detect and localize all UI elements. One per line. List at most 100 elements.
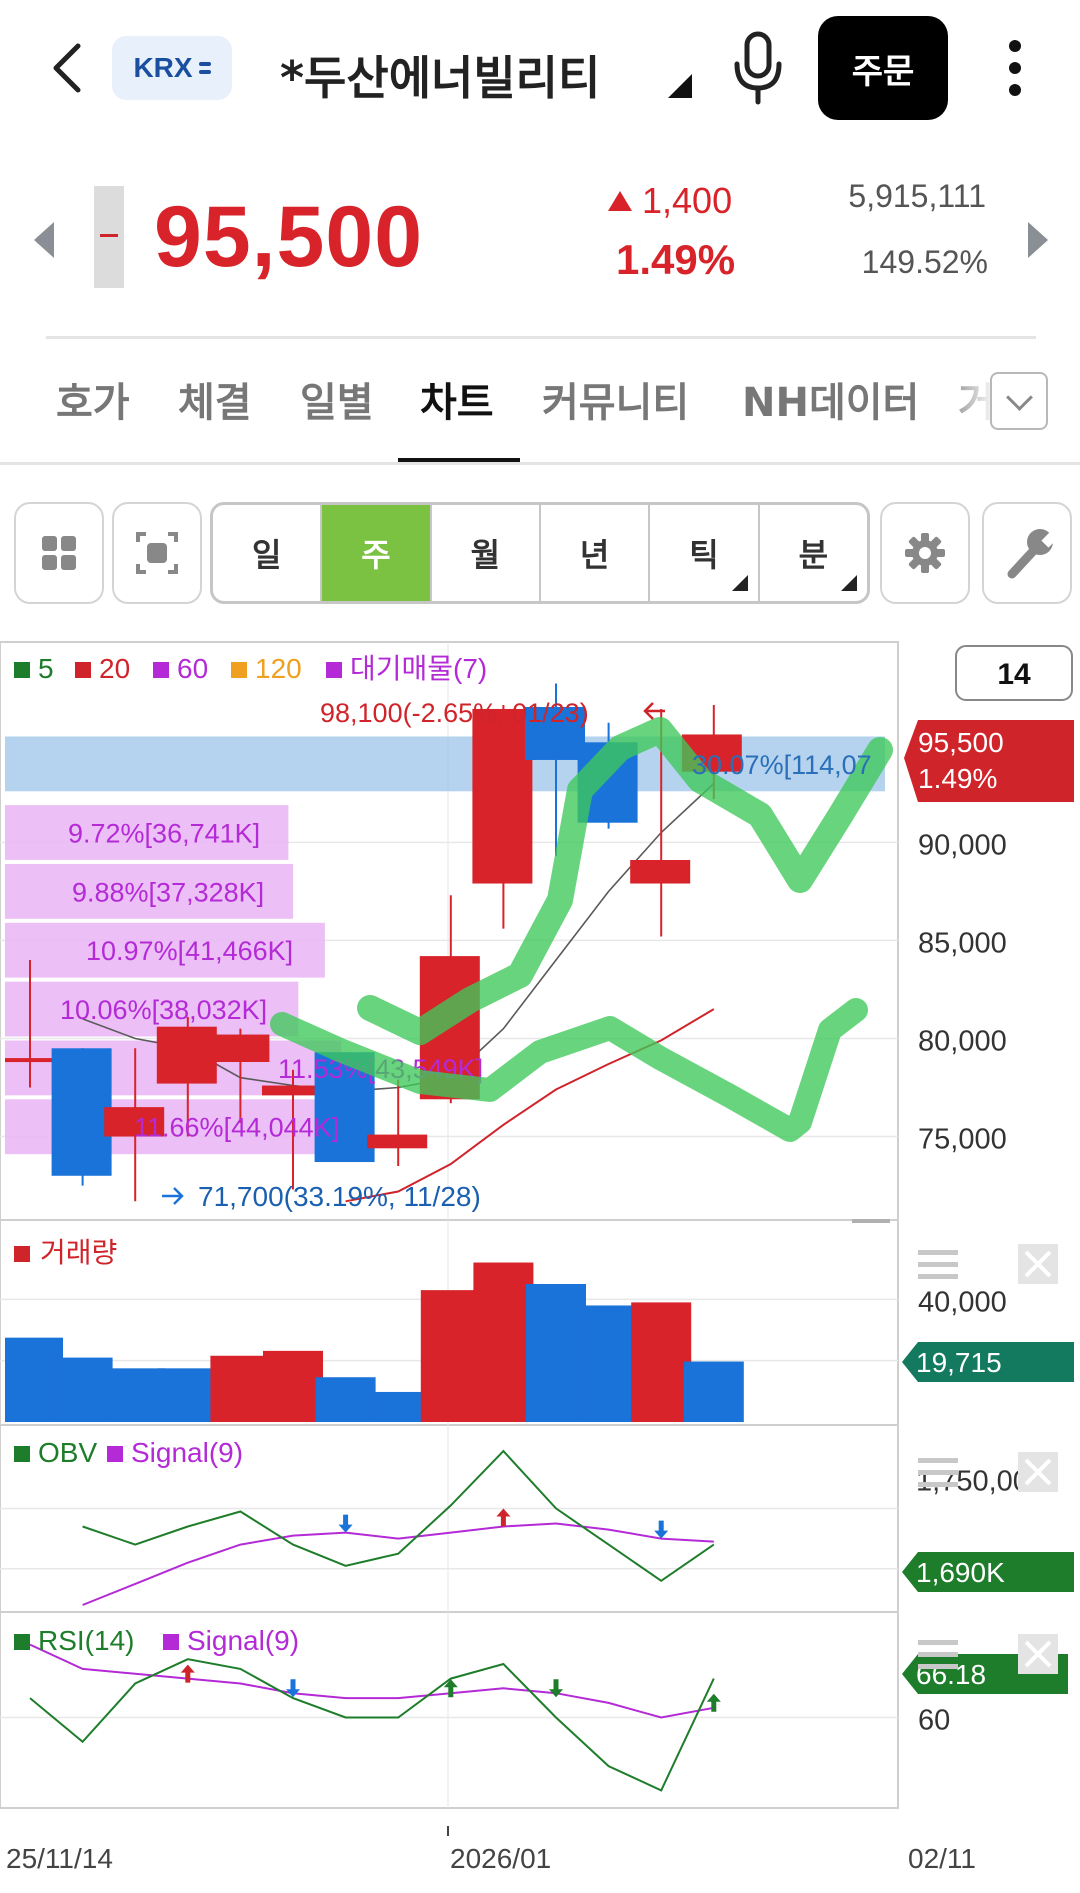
legend-swatch: [326, 662, 342, 678]
last-rsi-tag-value: 66.18: [916, 1659, 986, 1690]
price-change-percent: 1.49%: [616, 236, 736, 283]
hamburger-menu-icon: [918, 1470, 958, 1475]
tab-community[interactable]: 커뮤니티: [542, 370, 689, 428]
period-year[interactable]: 년: [541, 505, 651, 601]
tab-chart[interactable]: 차트: [420, 370, 494, 428]
legend-swatch: [14, 1446, 30, 1462]
period-day[interactable]: 일: [213, 505, 323, 601]
grid-layout-icon: [42, 536, 76, 570]
volume-bar: [157, 1368, 218, 1422]
next-stock-arrow-icon[interactable]: [1028, 222, 1048, 258]
pane-menu-button[interactable]: [918, 1250, 958, 1279]
divider: [46, 336, 1036, 339]
layout-button[interactable]: [14, 502, 104, 604]
order-button[interactable]: 주문: [818, 16, 948, 120]
legend-label: RSI(14): [38, 1625, 134, 1656]
trade-volume: 5,915,111: [848, 178, 986, 214]
app-header: KRX *두산에너빌리티 주문: [0, 0, 1080, 140]
date-label-start: 25/11/14: [6, 1843, 113, 1874]
price-change-value: 1,400: [642, 180, 733, 221]
rsi-axis-label: 60: [918, 1705, 950, 1737]
price-axis-label: 85,000: [918, 927, 1007, 959]
tab-daily[interactable]: 일별: [300, 370, 374, 428]
dominant-volume-label: 30.07%[114,07: [692, 750, 872, 780]
screen-capture-icon: [136, 532, 178, 574]
legend-swatch: [107, 1446, 123, 1462]
hamburger-menu-icon: [918, 1640, 958, 1645]
pane-close-button[interactable]: [1018, 1244, 1058, 1284]
price-axis-label: 90,000: [918, 829, 1007, 861]
candle-body: [156, 1026, 217, 1084]
volume-profile-label: 10.97%[41,466K]: [86, 936, 293, 966]
volume-profile-label: 9.72%[36,741K]: [68, 819, 260, 849]
back-arrow-icon[interactable]: [48, 40, 88, 96]
period-year-label: 년: [579, 536, 610, 574]
volume-bar: [368, 1391, 429, 1422]
chart-settings-button[interactable]: [880, 502, 970, 604]
legend-swatch: [75, 662, 91, 678]
legend-swatch: [163, 1634, 179, 1650]
microphone-icon[interactable]: [730, 30, 786, 106]
exchange-switch-icon: [198, 62, 211, 66]
last-obv-tag-value: 1,690K: [916, 1557, 1005, 1588]
prev-stock-arrow-icon[interactable]: [34, 222, 54, 258]
volume-bar: [52, 1357, 113, 1422]
divider: [0, 462, 1080, 465]
period-tick[interactable]: 틱: [650, 505, 760, 601]
pane-close-button[interactable]: [1018, 1452, 1058, 1492]
capture-button[interactable]: [112, 502, 202, 604]
last-volume-tag-value: 19,715: [916, 1347, 1002, 1378]
last-price-tag-pct: 1.49%: [918, 763, 997, 794]
period-month[interactable]: 월: [432, 505, 541, 601]
more-vertical-icon[interactable]: [998, 40, 1032, 100]
stock-dropdown-icon[interactable]: [668, 74, 692, 98]
date-axis: 25/11/14 2026/01 02/11: [6, 1826, 976, 1874]
current-price: 95,500: [154, 189, 424, 285]
low-price-annotation: 71,700(33.19%, 11/28): [198, 1181, 481, 1212]
legend-swatch: [14, 662, 30, 678]
tab-trades[interactable]: 체결: [178, 370, 252, 428]
period-minute[interactable]: 분: [760, 505, 867, 601]
volume-bar: [105, 1368, 166, 1422]
period-week[interactable]: 주: [322, 505, 432, 601]
volume-bar: [683, 1361, 744, 1422]
volume-bar: [420, 1290, 481, 1422]
price-axis-label: 75,000: [918, 1124, 1007, 1156]
stock-chart[interactable]: 9.72%[36,741K] 9.88%[37,328K] 10.97%[41,46…: [0, 640, 1080, 1893]
legend-label: 60: [177, 653, 208, 684]
chart-tools-button[interactable]: [982, 502, 1072, 604]
legend-label: Signal(9): [131, 1437, 243, 1468]
minute-menu-icon: [840, 575, 857, 591]
volume-ratio: 149.52%: [861, 244, 988, 280]
volume-profile-label: 9.88%[37,328K]: [72, 877, 264, 907]
candle-body: [630, 859, 691, 884]
volume-profile-label: 10.06%[38,032K]: [60, 995, 267, 1025]
last-price-tag-value: 95,500: [918, 727, 1004, 758]
chevron-down-icon[interactable]: [990, 372, 1048, 430]
hamburger-menu-icon: [918, 1652, 958, 1657]
hamburger-menu-icon: [918, 1274, 958, 1279]
stock-name[interactable]: *두산에너빌리티: [280, 42, 600, 108]
pane-menu-button[interactable]: [918, 1458, 958, 1487]
hamburger-menu-icon: [918, 1458, 958, 1463]
volume-bar: [473, 1262, 534, 1422]
candle-body: [209, 1034, 270, 1063]
legend-swatch: [14, 1634, 30, 1650]
exchange-badge-label: KRX: [133, 52, 193, 83]
hamburger-menu-icon: [918, 1664, 958, 1669]
pane-menu-button[interactable]: [918, 1640, 958, 1669]
volume-bar: [578, 1305, 639, 1422]
legend-label: 120: [255, 653, 302, 684]
legend-swatch: [153, 662, 169, 678]
pane-close-button[interactable]: [1018, 1634, 1058, 1674]
candle-body: [472, 708, 533, 884]
period-selector: 일 주 월 년 틱 분: [210, 502, 870, 604]
exchange-badge[interactable]: KRX: [112, 36, 232, 100]
tab-nh-data[interactable]: NH데이터: [742, 370, 919, 428]
tab-hoga[interactable]: 호가: [56, 370, 130, 428]
hamburger-menu-icon: [918, 1482, 958, 1487]
mini-candle-icon: [94, 186, 124, 288]
period-week-label: 주: [361, 536, 391, 574]
candle-body: [262, 1085, 322, 1096]
period-minute-label: 분: [798, 536, 829, 574]
